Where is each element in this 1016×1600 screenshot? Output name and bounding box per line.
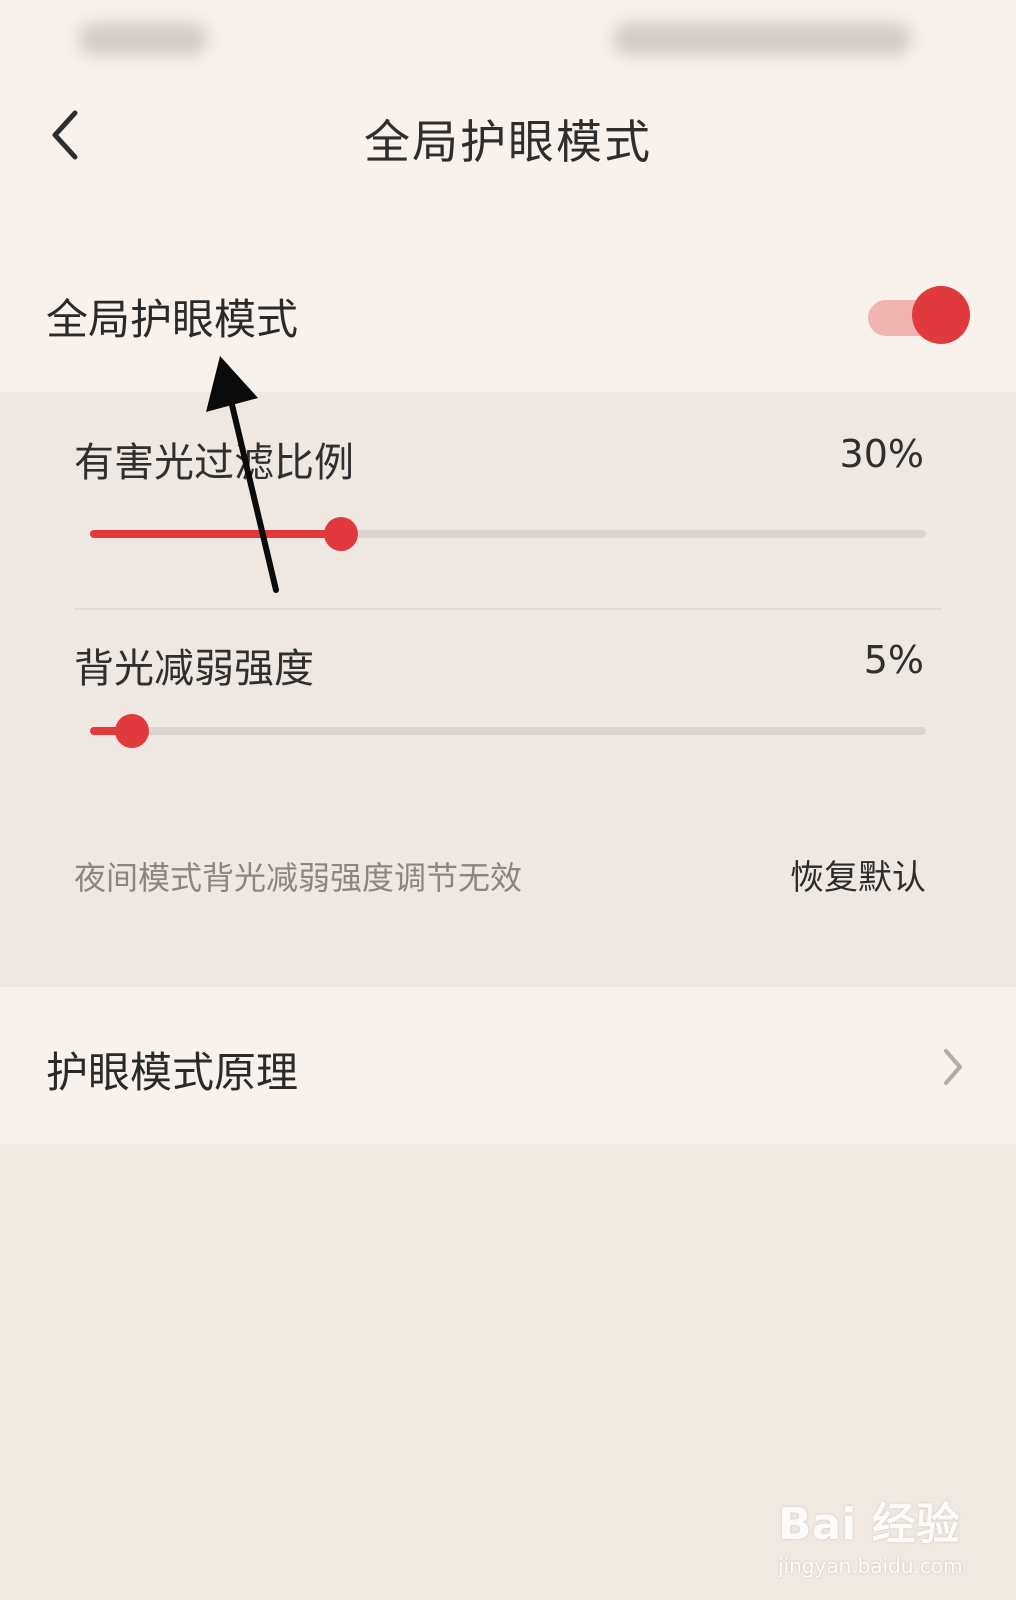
watermark-logo: Bai 经验 (778, 1499, 960, 1550)
restore-default-button[interactable]: 恢复默认 (790, 850, 926, 899)
filter-label: 有害光过滤比例 (74, 440, 354, 486)
eye-mode-row: 全局护眼模式 (0, 230, 1016, 392)
filter-value: 30% (839, 432, 924, 476)
slider-thumb[interactable] (115, 714, 149, 748)
status-bar (0, 0, 1016, 80)
toggle-knob (912, 286, 970, 344)
eye-mode-toggle[interactable] (868, 286, 972, 344)
navigation-bar: 全局护眼模式 (0, 80, 1016, 230)
eye-mode-label: 全局护眼模式 (46, 295, 299, 344)
slider-fill (90, 530, 341, 538)
chevron-right-icon (944, 1049, 962, 1085)
watermark: Bai 经验 jingyan.baidu.com (778, 1488, 978, 1588)
page-title: 全局护眼模式 (364, 115, 652, 169)
backlight-value: 5% (863, 638, 924, 682)
hint-text: 夜间模式背光减弱强度调节无效 (74, 859, 523, 897)
principle-link-row[interactable]: 护眼模式原理 (0, 987, 1016, 1144)
filter-slider[interactable] (90, 514, 926, 554)
principle-link-label: 护眼模式原理 (46, 1048, 299, 1097)
watermark-url: jingyan.baidu.com (778, 1554, 963, 1578)
slider-track (90, 727, 926, 735)
backlight-slider[interactable] (90, 711, 926, 751)
slider-thumb[interactable] (324, 517, 358, 551)
status-time-blurred (78, 22, 208, 56)
divider (74, 608, 942, 610)
backlight-label: 背光减弱强度 (74, 646, 314, 692)
status-icons-blurred (612, 22, 912, 56)
